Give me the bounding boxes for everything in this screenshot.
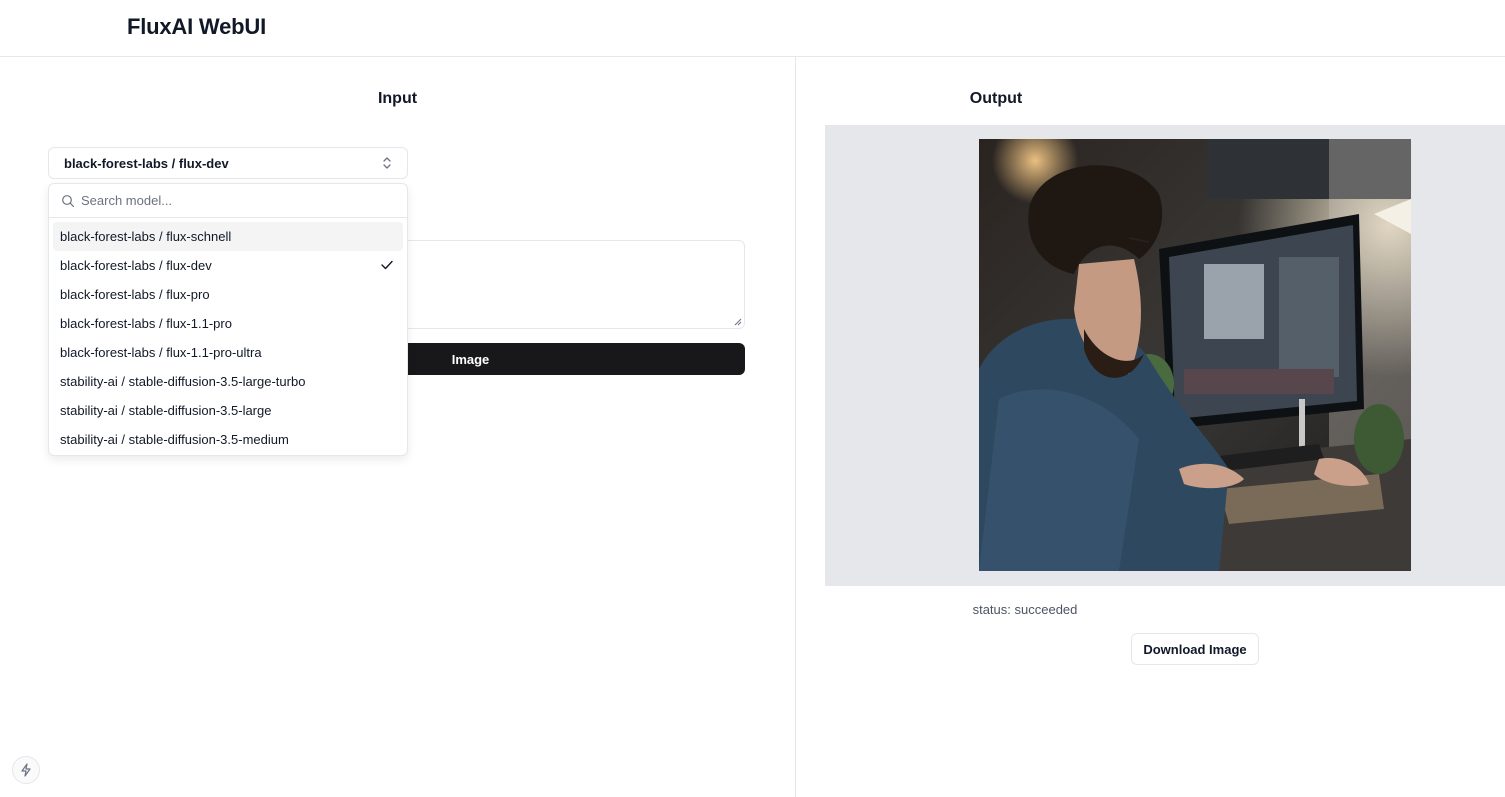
- check-icon: [381, 260, 393, 270]
- model-option[interactable]: black-forest-labs / flux-1.1-pro-ultra: [53, 338, 403, 367]
- panel-divider: [795, 57, 796, 797]
- model-dropdown: black-forest-labs / flux-schnell black-f…: [48, 183, 408, 456]
- download-image-button[interactable]: Download Image: [1131, 633, 1259, 665]
- dropdown-search: [49, 184, 407, 218]
- chevron-up-down-icon: [383, 157, 391, 169]
- input-panel-title: Input: [377, 90, 418, 107]
- model-option[interactable]: stability-ai / stable-diffusion-3.5-medi…: [53, 425, 403, 454]
- resize-handle-icon[interactable]: [734, 318, 742, 326]
- app-header: FluxAI WebUI: [0, 0, 1505, 57]
- generate-image-button-label: Image: [451, 351, 490, 367]
- search-icon: [62, 194, 75, 207]
- model-option[interactable]: black-forest-labs / flux-schnell: [53, 222, 403, 251]
- model-option[interactable]: black-forest-labs / flux-1.1-pro: [53, 309, 403, 338]
- model-select-value: black-forest-labs / flux-dev: [64, 155, 229, 171]
- model-option-list: black-forest-labs / flux-schnell black-f…: [49, 218, 407, 458]
- model-select[interactable]: black-forest-labs / flux-dev: [48, 147, 408, 179]
- lightning-icon[interactable]: [12, 756, 40, 784]
- lightning-icon-glyph: [21, 763, 31, 777]
- app-title: FluxAI WebUI: [127, 14, 266, 39]
- model-search-input[interactable]: [81, 193, 381, 208]
- model-option[interactable]: black-forest-labs / flux-dev: [53, 251, 403, 280]
- generated-image: [979, 139, 1411, 571]
- model-option[interactable]: black-forest-labs / flux-pro: [53, 280, 403, 309]
- status-text: status: succeeded: [972, 602, 1078, 617]
- output-panel-title: Output: [969, 90, 1023, 107]
- model-option[interactable]: stability-ai / stable-diffusion-3.5-larg…: [53, 396, 403, 425]
- model-option[interactable]: stability-ai / stable-diffusion-3.5-larg…: [53, 367, 403, 396]
